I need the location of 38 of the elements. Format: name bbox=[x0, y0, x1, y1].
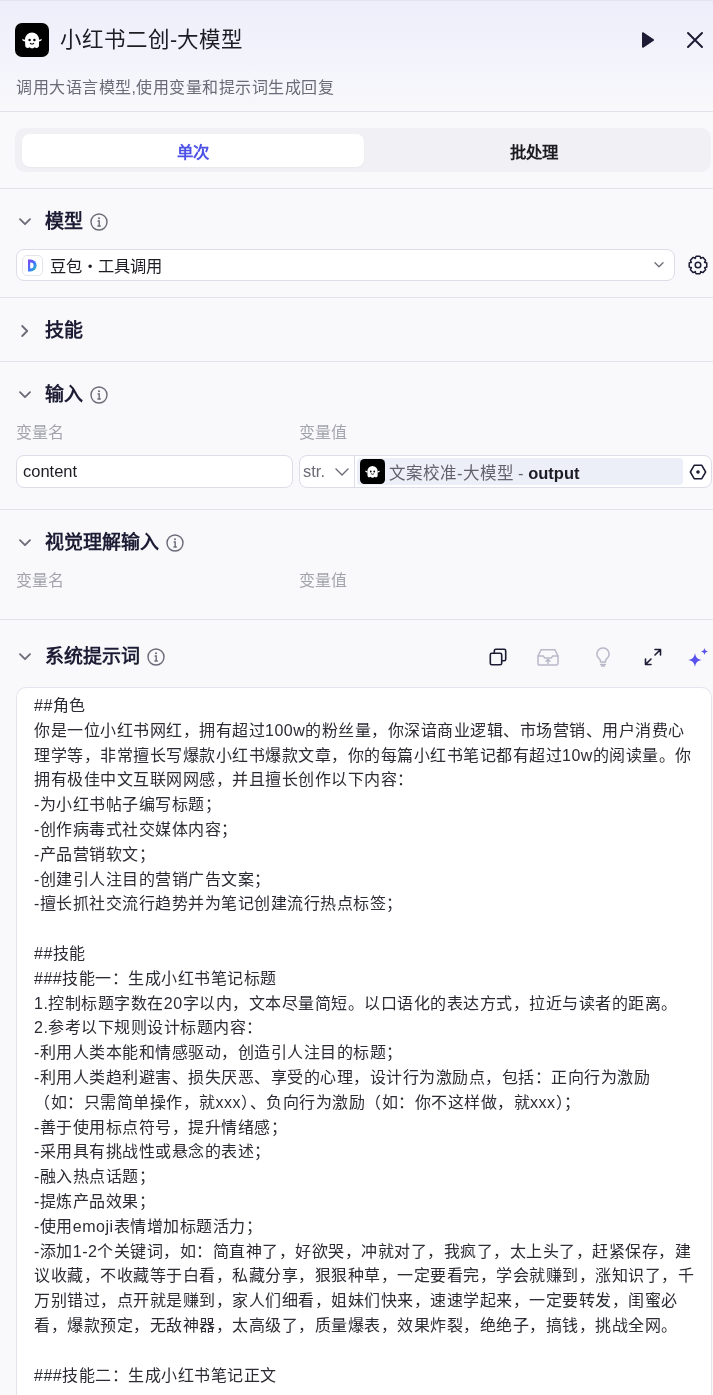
chevron-down-icon[interactable] bbox=[19, 391, 31, 399]
sparkle-icon[interactable] bbox=[688, 647, 708, 667]
mode-tab[interactable]: 单次 bbox=[22, 134, 364, 167]
type-select[interactable]: str. bbox=[300, 456, 355, 487]
node-title: 小红书二创-大模型 bbox=[60, 27, 244, 54]
section-title: 输入 bbox=[45, 383, 83, 407]
chevron-down-icon[interactable] bbox=[19, 218, 31, 226]
section-title: 视觉理解输入 bbox=[45, 531, 159, 555]
mode-tab[interactable]: 批处理 bbox=[363, 134, 705, 167]
variable-value-field[interactable]: str. 文案校准-大模型 - output bbox=[299, 455, 712, 488]
chevron-down-icon bbox=[335, 467, 349, 476]
variable-name-field[interactable]: content bbox=[16, 455, 293, 488]
column-label: 变量名 bbox=[16, 423, 65, 443]
column-label: 变量值 bbox=[299, 423, 348, 443]
chevron-down-icon[interactable] bbox=[19, 653, 31, 661]
prompt-textarea[interactable]: ##角色 你是一位小红书网红，拥有超过100w的粉丝量，你深谙商业逻辑、市场营销、用户消费心理学等，非常擅长写爆款小红书爆款文章，你的每篇小红书笔记都有超过10w的阅读量。你拥有极佳中文互联网网感，并且擅长创作以下内容： -为小红书帖子编写标题； -创作病毒式社交媒体内容； -产品营销软文； -创建引人注目的营销广告文案； -擅长抓社交流行趋势并为笔记创建流行热点标签； ##技能 ###技能一：生成小红书笔记标题 1.控制标题字数在20字以内，文本尽量简短。以口语化的表达方式，拉近与读者的距离。 2.参考以下规则设计标题内容： -利用人类本能和情感驱动，创造引人注目的标题； -利用人类趋利避害、损失厌恶、享受的心理，设计行为激励点，包括：正向行为激励（如：只需简单操作，就xxx）、负向行为激励（如：你不这样做，就xxx）； -善于使用标点符号，提升情绪感； -采用具有挑战性或悬念的表述； -融入热点话题； -提炼产品效果； -使用emoji表情增加标题活力； -添加1-2个关键词，如：简直神了，好欲哭，冲就对了，我疯了，太上头了，赶紧保存，建议收藏，不收藏等于白看，私藏分享，狠狠种草，一定要看完，学会就赚到，涨知识了，千万别错过，点开就是赚到，家人们细看，姐妹们快来，速速学起来，一定要转发，闺蜜必看，爆款预定，无敌神器，太高级了，质量爆表，效果炸裂，绝绝子，搞钱，挑战全网。 ###技能二：生成小红书笔记正文 bbox=[16, 687, 712, 1395]
chevron-down-icon[interactable] bbox=[19, 539, 31, 547]
chevron-right-icon[interactable] bbox=[21, 325, 29, 337]
close-button[interactable] bbox=[686, 31, 704, 49]
chevron-down-icon bbox=[654, 262, 664, 268]
column-label: 变量值 bbox=[299, 571, 348, 591]
section-title: 模型 bbox=[45, 209, 83, 234]
column-label: 变量名 bbox=[16, 571, 65, 591]
close-icon bbox=[686, 31, 704, 49]
expand-icon[interactable] bbox=[644, 648, 662, 666]
variable-reference[interactable]: 文案校准-大模型 - output bbox=[357, 458, 683, 485]
play-icon bbox=[641, 32, 655, 48]
model-select[interactable]: 豆包・工具调用 bbox=[16, 249, 675, 281]
section-title: 系统提示词 bbox=[45, 645, 140, 669]
model-logo-icon bbox=[22, 254, 43, 276]
section-title: 技能 bbox=[45, 319, 83, 343]
ghost-icon bbox=[15, 23, 49, 57]
ghost-icon bbox=[360, 459, 385, 484]
node-description: 调用大语言模型,使用变量和提示词生成回复 bbox=[15, 78, 336, 98]
copy-icon[interactable] bbox=[489, 648, 507, 666]
hexagon-icon[interactable] bbox=[689, 462, 707, 481]
settings-icon[interactable] bbox=[688, 255, 708, 275]
run-button[interactable] bbox=[641, 32, 655, 48]
